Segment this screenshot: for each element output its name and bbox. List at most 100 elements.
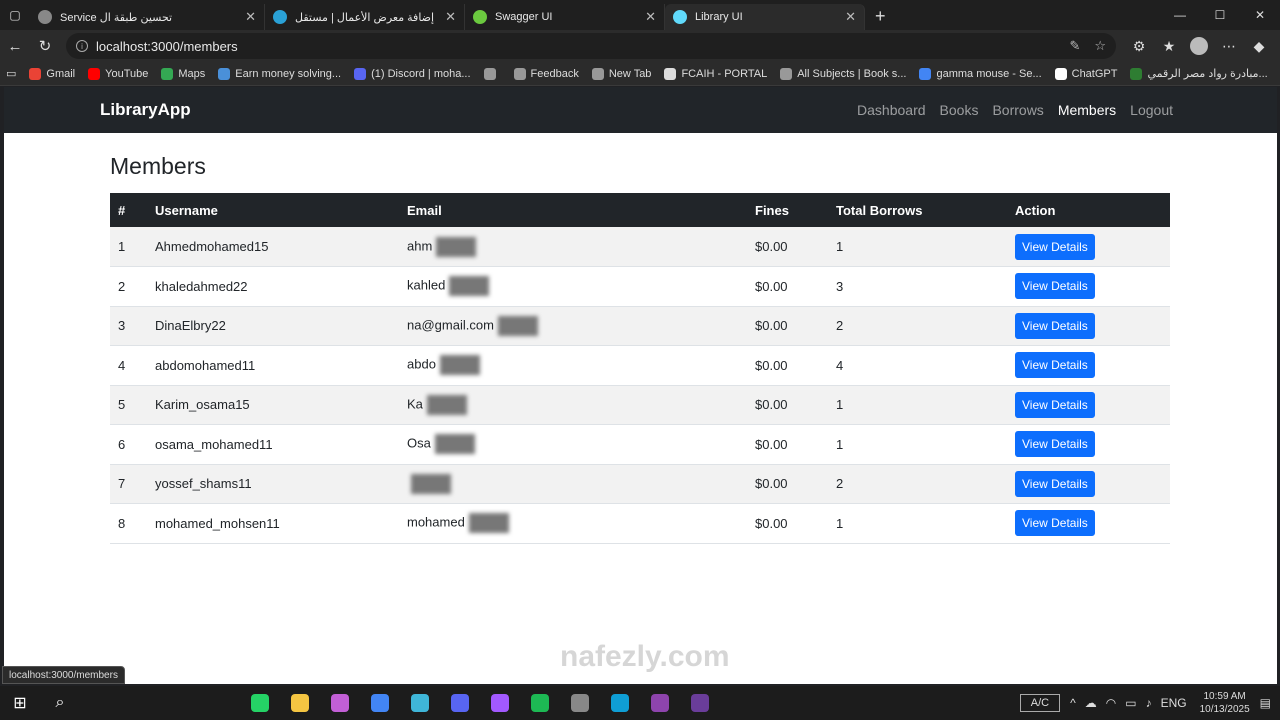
close-window-button[interactable]: ✕ [1240,0,1280,30]
cloud-icon[interactable]: ☁ [1085,696,1097,710]
search-icon[interactable]: ⌕ [40,694,80,712]
maximize-button[interactable]: ☐ [1200,0,1240,30]
clock[interactable]: 10:59 AM 10/13/2025 [1200,690,1250,716]
browser-tab[interactable]: Library UI ✕ [665,4,865,30]
language-indicator[interactable]: ENG [1161,696,1187,710]
edit-icon[interactable]: ✎ [1069,38,1080,54]
table-row: 1 Ahmedmohamed15 ahm $0.00 1 View Details [110,227,1170,267]
bookmark-item[interactable]: YouTube [88,67,148,80]
cell-email: abdo [399,345,747,386]
bookmark-item[interactable]: All Subjects | Book s... [780,67,906,80]
view-details-button[interactable]: View Details [1015,273,1095,300]
favorite-star-icon[interactable]: ☆ [1094,38,1106,54]
nav-link-books[interactable]: Books [940,102,979,118]
tab-close-icon[interactable]: ✕ [445,9,456,25]
profile-avatar[interactable] [1190,37,1208,55]
bookmark-item[interactable]: FCAIH - PORTAL [664,67,767,80]
taskbar-app[interactable] [280,690,320,716]
bookmark-item[interactable]: New Tab [591,67,651,80]
notification-icon[interactable]: ▤ [1260,696,1271,710]
nav-link-dashboard[interactable]: Dashboard [857,102,926,118]
cell-email: Ka [399,385,747,425]
view-details-button[interactable]: View Details [1015,391,1095,418]
site-info-icon[interactable]: i [76,40,88,52]
bookmark-item[interactable]: مبادرة رواد مصر الرقمي... [1130,67,1268,80]
taskbar-app[interactable] [440,690,480,716]
browser-toolbar: ⚙ ★ ⋯ ◆ [1124,37,1274,55]
taskbar-app[interactable] [240,690,280,716]
bookmark-item[interactable]: gamma mouse - Se... [919,67,1042,80]
view-details-button[interactable]: View Details [1015,510,1095,537]
app-icon-2 [571,694,589,712]
bookmark-item[interactable]: Gmail [29,67,75,80]
taskbar-app[interactable] [400,690,440,716]
taskbar-app[interactable] [360,690,400,716]
taskbar-app[interactable] [520,690,560,716]
taskbar-app[interactable] [640,690,680,716]
reload-button[interactable]: ↻ [30,37,60,55]
brand-logo[interactable]: LibraryApp [100,100,191,120]
main-content: Members # Username Email Fines Total Borrows… [4,133,1277,544]
redaction-blur [434,434,475,455]
window-menu-icon[interactable]: ▢ [0,0,30,30]
cell-fines: $0.00 [747,385,828,425]
view-details-button[interactable]: View Details [1015,431,1095,458]
view-details-button[interactable]: View Details [1015,352,1095,379]
status-bar-url: localhost:3000/members [2,666,125,684]
taskbar-app[interactable] [680,690,720,716]
browser-tab[interactable]: Swagger UI ✕ [465,4,665,30]
taskbar-app[interactable] [560,690,600,716]
username-text: abdomohamed11 [155,357,256,373]
cell-n: 2 [110,266,147,307]
battery-icon[interactable]: ▭ [1125,696,1136,710]
bookmark-item[interactable]: Earn money solving... [218,67,341,80]
view-details-button[interactable]: View Details [1015,470,1095,497]
view-details-button[interactable]: View Details [1015,233,1095,260]
url-text[interactable]: localhost:3000/members [96,39,1055,54]
fines-text: $0.00 [755,239,788,254]
wifi-icon[interactable]: ◠ [1106,696,1116,710]
redaction-blur [411,473,451,494]
copilot-icon[interactable]: ◆ [1244,38,1274,55]
nav-link-logout[interactable]: Logout [1130,102,1173,118]
new-tab-button[interactable]: + [865,6,896,27]
chevron-up-icon[interactable]: ^ [1070,696,1076,710]
bookmark-item[interactable] [483,67,501,80]
username-text: DinaElbry22 [155,318,226,334]
redaction-blur [436,236,477,257]
username-text: Ahmedmohamed15 [155,239,269,254]
cell-username: Ahmedmohamed15 [147,227,399,267]
more-menu-icon[interactable]: ⋯ [1214,38,1244,55]
extensions-icon[interactable]: ⚙ [1124,38,1154,55]
bookmark-item[interactable]: ChatGPT [1054,67,1117,80]
start-button[interactable]: ⊞ [0,693,40,713]
browser-tab[interactable]: إضافة معرض الأعمال | مستقل ✕ [265,4,465,30]
bookmark-item[interactable]: (1) Discord | moha... [354,67,471,80]
taskbar-app[interactable] [320,690,360,716]
cell-borrows: 4 [828,345,1007,386]
tab-close-icon[interactable]: ✕ [845,9,856,25]
tab-close-icon[interactable]: ✕ [245,9,256,25]
bookmark-icon [88,67,101,80]
keyboard-indicator[interactable]: A/C [1019,694,1061,712]
bookmark-item[interactable]: Maps [161,67,205,80]
view-details-button[interactable]: View Details [1015,312,1095,339]
browser-tab[interactable]: Service تحسين طبقة ال ✕ [30,4,265,30]
favorites-icon[interactable]: ★ [1154,38,1184,55]
watermark: nafezly.com [560,640,730,673]
bookmarks-menu-icon[interactable]: ▭ [6,67,16,80]
table-row: 6 osama_mohamed11 Osa $0.00 1 View Details [110,424,1170,465]
nav-link-members[interactable]: Members [1058,102,1116,118]
bookmark-icon [664,67,677,80]
bookmark-item[interactable]: Feedback [513,67,579,80]
n-text: 3 [118,318,126,334]
nav-link-borrows[interactable]: Borrows [992,102,1043,118]
address-bar[interactable]: i localhost:3000/members ✎ ☆ [66,33,1116,59]
taskbar-app[interactable] [600,690,640,716]
volume-icon[interactable]: ♪ [1146,696,1152,710]
minimize-button[interactable]: — [1160,0,1200,30]
taskbar-app[interactable] [480,690,520,716]
redaction-blur [439,355,480,376]
tab-close-icon[interactable]: ✕ [645,9,656,25]
back-button[interactable]: ← [0,38,30,55]
